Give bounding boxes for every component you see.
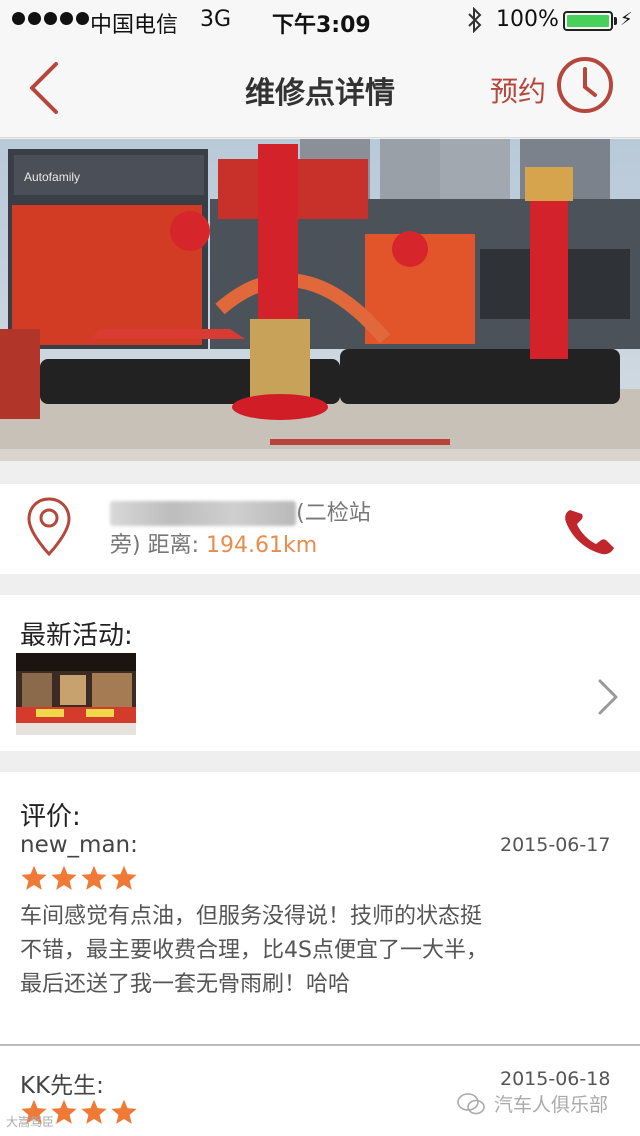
- signal-strength-icon: [12, 12, 89, 25]
- address-line-1: (二检站: [296, 501, 371, 526]
- star-icon: [51, 1099, 77, 1124]
- status-bar: 中国电信 3G 下午3:09 100% ⚡: [0, 0, 640, 40]
- activity-thumbnail[interactable]: [16, 653, 136, 735]
- charging-icon: ⚡: [620, 9, 633, 30]
- phone-icon[interactable]: [560, 504, 618, 558]
- reviews-section: 评价: new_man: 2015-06-17 车间感觉有点油，但服务没得说！技…: [0, 772, 640, 1136]
- carrier-label: 中国电信: [90, 13, 179, 38]
- star-icon: [51, 865, 77, 890]
- rating-stars: [20, 864, 138, 892]
- clock-icon[interactable]: [555, 55, 615, 115]
- star-icon: [111, 865, 137, 890]
- svg-text:Autofamily: Autofamily: [24, 170, 80, 184]
- bluetooth-icon: [468, 7, 482, 33]
- review-date: 2015-06-18: [500, 1068, 611, 1090]
- star-icon: [111, 1099, 137, 1124]
- review-date: 2015-06-17: [500, 834, 611, 856]
- book-button[interactable]: 预约: [490, 70, 546, 110]
- battery-percent: 100%: [496, 7, 559, 32]
- wechat-icon: [457, 1092, 485, 1114]
- clock-time: 下午3:09: [272, 13, 371, 38]
- location-pin-icon: [27, 497, 71, 557]
- battery-icon: [563, 11, 613, 31]
- address-row: ▇▇▇▇▇▇▇▇▇▇▇(二检站 旁) 距离: 194.61km: [0, 484, 640, 574]
- address-text: ▇▇▇▇▇▇▇▇▇▇▇(二检站 旁) 距离: 194.61km: [110, 498, 490, 562]
- address-line-2: 旁): [110, 533, 141, 558]
- star-icon: [21, 865, 47, 890]
- watermark-left: 大嵩驾臣: [6, 1115, 55, 1129]
- activity-title: 最新活动:: [20, 621, 133, 651]
- reviews-title: 评价:: [20, 802, 81, 832]
- latest-activity-section[interactable]: 最新活动:: [0, 595, 640, 751]
- navigation-bar: 维修点详情 预约: [0, 40, 640, 138]
- distance-label: 距离:: [147, 533, 200, 558]
- distance-value: 194.61km: [206, 533, 318, 558]
- chevron-right-icon: [598, 679, 618, 715]
- review-user: new_man:: [20, 832, 138, 858]
- divider: [0, 1044, 640, 1046]
- store-photo: Autofamily: [0, 139, 640, 461]
- star-icon: [81, 1099, 107, 1124]
- review-text: 车间感觉有点油，但服务没得说！技师的状态挺不错，最主要收费合理，比4S点便宜了一…: [20, 904, 488, 997]
- watermark-text: 汽车人俱乐部: [494, 1094, 609, 1116]
- review-user: KK先生:: [20, 1073, 104, 1099]
- watermark-right: 汽车人俱乐部: [456, 1090, 608, 1117]
- network-type: 3G: [200, 7, 232, 32]
- star-icon: [81, 865, 107, 890]
